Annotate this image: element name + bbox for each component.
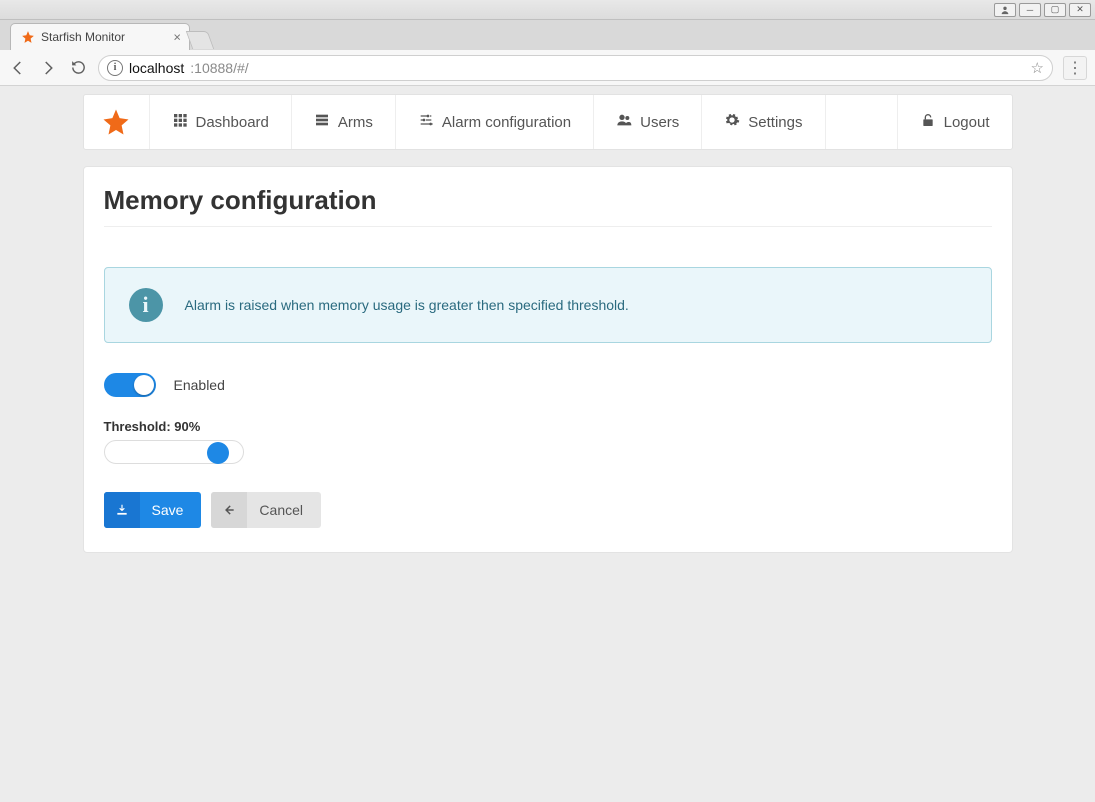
nav-settings[interactable]: Settings xyxy=(702,95,825,149)
nav-label: Dashboard xyxy=(196,114,269,131)
favicon-star-icon xyxy=(21,30,35,44)
nav-logout[interactable]: Logout xyxy=(897,95,1012,149)
bookmark-star-icon[interactable]: ☆ xyxy=(1031,59,1044,77)
brand-logo[interactable] xyxy=(84,95,150,149)
browser-tab-active[interactable]: Starfish Monitor × xyxy=(10,23,190,50)
server-icon xyxy=(314,112,330,132)
threshold-slider[interactable] xyxy=(104,440,244,464)
slider-thumb[interactable] xyxy=(207,442,229,464)
download-icon xyxy=(104,492,140,528)
page-title: Memory configuration xyxy=(104,185,992,227)
enabled-label: Enabled xyxy=(174,377,225,393)
threshold-label: Threshold: 90% xyxy=(104,419,992,434)
nav-users[interactable]: Users xyxy=(594,95,702,149)
close-window-button[interactable]: ✕ xyxy=(1069,3,1091,17)
nav-label: Alarm configuration xyxy=(442,114,571,131)
info-icon: i xyxy=(129,288,163,322)
maximize-window-button[interactable]: ▢ xyxy=(1044,3,1066,17)
enabled-toggle[interactable] xyxy=(104,373,156,397)
nav-label: Arms xyxy=(338,114,373,131)
nav-alarm-configuration[interactable]: Alarm configuration xyxy=(396,95,594,149)
browser-toolbar: i localhost :10888/#/ ☆ ⋮ xyxy=(0,50,1095,86)
page-viewport: Dashboard Arms Alarm configuration Users xyxy=(0,86,1095,802)
reload-button[interactable] xyxy=(68,58,88,78)
arrow-left-icon xyxy=(211,492,247,528)
window-titlebar: ─ ▢ ✕ xyxy=(0,0,1095,20)
url-rest: :10888/#/ xyxy=(190,60,248,76)
back-button[interactable] xyxy=(8,58,28,78)
user-window-button[interactable] xyxy=(994,3,1016,17)
new-tab-button[interactable] xyxy=(186,31,215,49)
cancel-button[interactable]: Cancel xyxy=(211,492,321,528)
browser-tab-title: Starfish Monitor xyxy=(41,30,125,44)
grid-icon xyxy=(172,112,188,132)
gear-icon xyxy=(724,112,740,132)
nav-label: Logout xyxy=(944,114,990,131)
nav-arms[interactable]: Arms xyxy=(292,95,396,149)
info-alert: i Alarm is raised when memory usage is g… xyxy=(104,267,992,343)
forward-button[interactable] xyxy=(38,58,58,78)
unlock-icon xyxy=(920,112,936,132)
config-card: Memory configuration i Alarm is raised w… xyxy=(83,166,1013,553)
toggle-knob xyxy=(134,375,154,395)
url-host: localhost xyxy=(129,60,184,76)
browser-tabstrip: Starfish Monitor × xyxy=(0,20,1095,50)
save-button[interactable]: Save xyxy=(104,492,202,528)
app-navbar: Dashboard Arms Alarm configuration Users xyxy=(83,94,1013,150)
sliders-icon xyxy=(418,112,434,132)
nav-label: Settings xyxy=(748,114,802,131)
users-icon xyxy=(616,112,632,132)
alert-text: Alarm is raised when memory usage is gre… xyxy=(185,297,629,313)
nav-label: Users xyxy=(640,114,679,131)
address-bar[interactable]: i localhost :10888/#/ ☆ xyxy=(98,55,1053,81)
button-label: Save xyxy=(152,502,184,518)
site-info-icon[interactable]: i xyxy=(107,60,123,76)
browser-menu-button[interactable]: ⋮ xyxy=(1063,56,1087,80)
minimize-window-button[interactable]: ─ xyxy=(1019,3,1041,17)
nav-dashboard[interactable]: Dashboard xyxy=(150,95,292,149)
tab-close-icon[interactable]: × xyxy=(173,30,181,45)
button-label: Cancel xyxy=(259,502,303,518)
